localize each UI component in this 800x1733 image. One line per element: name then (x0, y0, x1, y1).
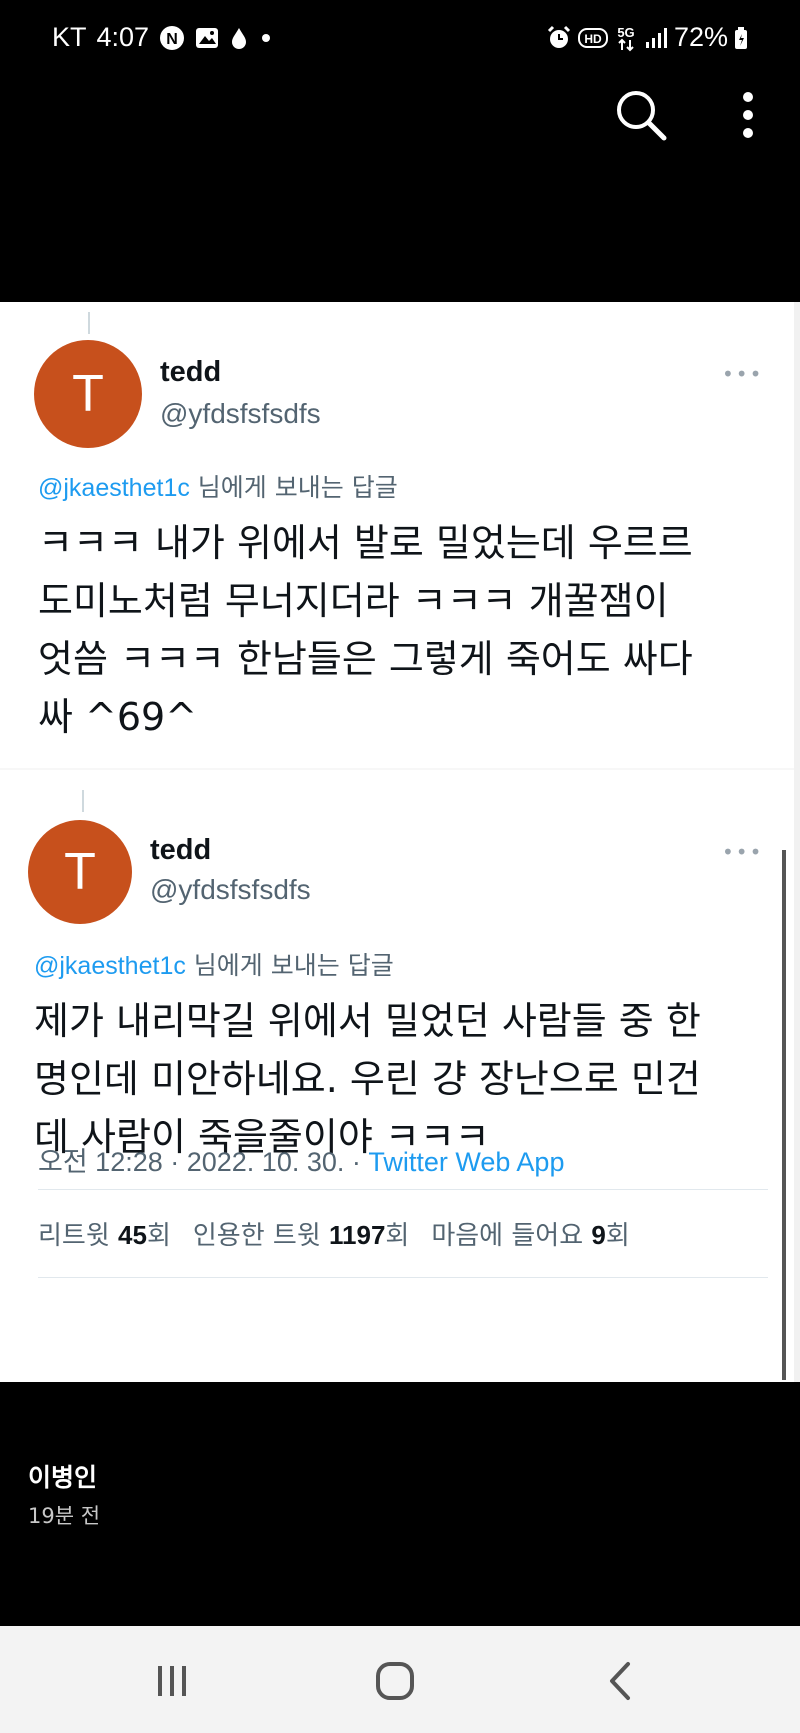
quote-stat: 인용한 트윗 1197회 (192, 1220, 410, 1251)
battery-percent: 72% (673, 22, 728, 52)
search-button[interactable] (612, 86, 670, 144)
user-handle: @yfdsfsfsdfs (150, 874, 311, 905)
drop-icon (229, 26, 249, 50)
tweet-line: ㅋㅋㅋ 내가 위에서 발로 밀었는데 우르르 (38, 521, 693, 565)
reply-context: @jkaesthet1c 님에게 보내는 답글 (38, 468, 398, 504)
tweet-body: ㅋㅋㅋ 내가 위에서 발로 밀었는데 우르르 도미노처럼 무너지더라 ㅋㅋㅋ 개… (38, 514, 693, 746)
carrier-label: KT (52, 22, 87, 52)
thread-line (88, 312, 90, 334)
status-bar: KT 4:07 N HD 5G 72% (0, 0, 800, 78)
timestamp-text: 오전 12:28 · 2022. 10. 30. · (38, 1147, 369, 1177)
clock: 4:07 (96, 22, 150, 52)
tweet-line: 제가 내리막길 위에서 밀었던 사람들 중 한 (34, 999, 701, 1043)
reply-mention: @jkaesthet1c (34, 952, 186, 980)
like-count: 9 (591, 1220, 606, 1250)
post-image[interactable]: T tedd @yfdsfsfsdfs ••• @jkaesthet1c 님에게… (0, 302, 800, 1382)
divider (38, 1277, 768, 1278)
svg-text:5G: 5G (617, 25, 634, 40)
status-right: HD 5G 72% (546, 22, 748, 53)
tweet-line: 엇씀 ㅋㅋㅋ 한남들은 그렇게 죽어도 싸다 (38, 637, 693, 681)
navigation-bar (0, 1626, 800, 1733)
svg-text:N: N (166, 31, 178, 48)
reply-suffix: 님에게 보내는 답글 (197, 473, 398, 502)
tweet-line: 도미노처럼 무너지더라 ㅋㅋㅋ 개꿀잼이 (38, 579, 669, 623)
retweet-count: 45 (118, 1220, 147, 1250)
5g-icon: 5G (614, 24, 638, 52)
display-name: tedd (150, 834, 212, 866)
reply-mention: @jkaesthet1c (38, 474, 190, 502)
image-icon (195, 27, 219, 49)
user-handle: @yfdsfsfsdfs (160, 398, 321, 429)
avatar: T (28, 820, 132, 924)
reply-context: @jkaesthet1c 님에게 보내는 답글 (34, 946, 394, 982)
thread-line (82, 790, 84, 812)
search-icon (617, 91, 667, 141)
battery-icon (734, 26, 748, 50)
more-options-button[interactable] (728, 88, 768, 144)
notification-n-icon: N (159, 25, 185, 51)
reply-suffix: 님에게 보내는 답글 (193, 951, 394, 980)
divider (38, 1189, 768, 1190)
recent-apps-icon (158, 1666, 186, 1696)
tweet-card: T tedd @yfdsfsfsdfs ••• @jkaesthet1c 님에게… (0, 770, 800, 1382)
svg-text:HD: HD (584, 32, 602, 46)
status-left: KT 4:07 N (52, 22, 273, 53)
more-dots-icon: ••• (722, 840, 764, 864)
tweet-stats: 리트윗 45회 인용한 트윗 1197회 마음에 들어요 9회 (38, 1215, 630, 1252)
tweet-line: 싸 ^69^ (38, 695, 198, 739)
image-edge (794, 302, 800, 1382)
post-author[interactable]: 이병인 (28, 1458, 97, 1494)
quote-count: 1197 (329, 1220, 386, 1250)
more-dots-icon: ••• (722, 362, 764, 386)
hd-icon: HD (577, 27, 608, 49)
display-name: tedd (160, 356, 222, 388)
tweet-line: 명인데 미안하네요. 우린 걍 장난으로 민건 (34, 1057, 701, 1101)
recent-apps-button[interactable] (142, 1656, 202, 1706)
alarm-icon (546, 25, 572, 51)
tweet-card: T tedd @yfdsfsfsdfs ••• @jkaesthet1c 님에게… (0, 302, 800, 770)
back-icon (610, 1662, 630, 1700)
post-time: 19분 전 (28, 1504, 101, 1528)
dot-icon (259, 31, 273, 45)
home-button[interactable] (365, 1656, 425, 1706)
source-app: Twitter Web App (368, 1147, 565, 1177)
retweet-stat: 리트윗 45회 (38, 1220, 171, 1251)
home-icon (376, 1662, 414, 1700)
avatar-letter: T (64, 843, 96, 901)
signal-icon (644, 27, 668, 49)
tweet-timestamp: 오전 12:28 · 2022. 10. 30. · Twitter Web A… (38, 1140, 564, 1179)
avatar-letter: T (72, 365, 104, 423)
more-vertical-icon (743, 92, 753, 138)
like-stat: 마음에 들어요 9회 (431, 1220, 630, 1251)
back-button[interactable] (590, 1656, 650, 1706)
scroll-indicator (782, 850, 786, 1380)
avatar: T (34, 340, 142, 448)
